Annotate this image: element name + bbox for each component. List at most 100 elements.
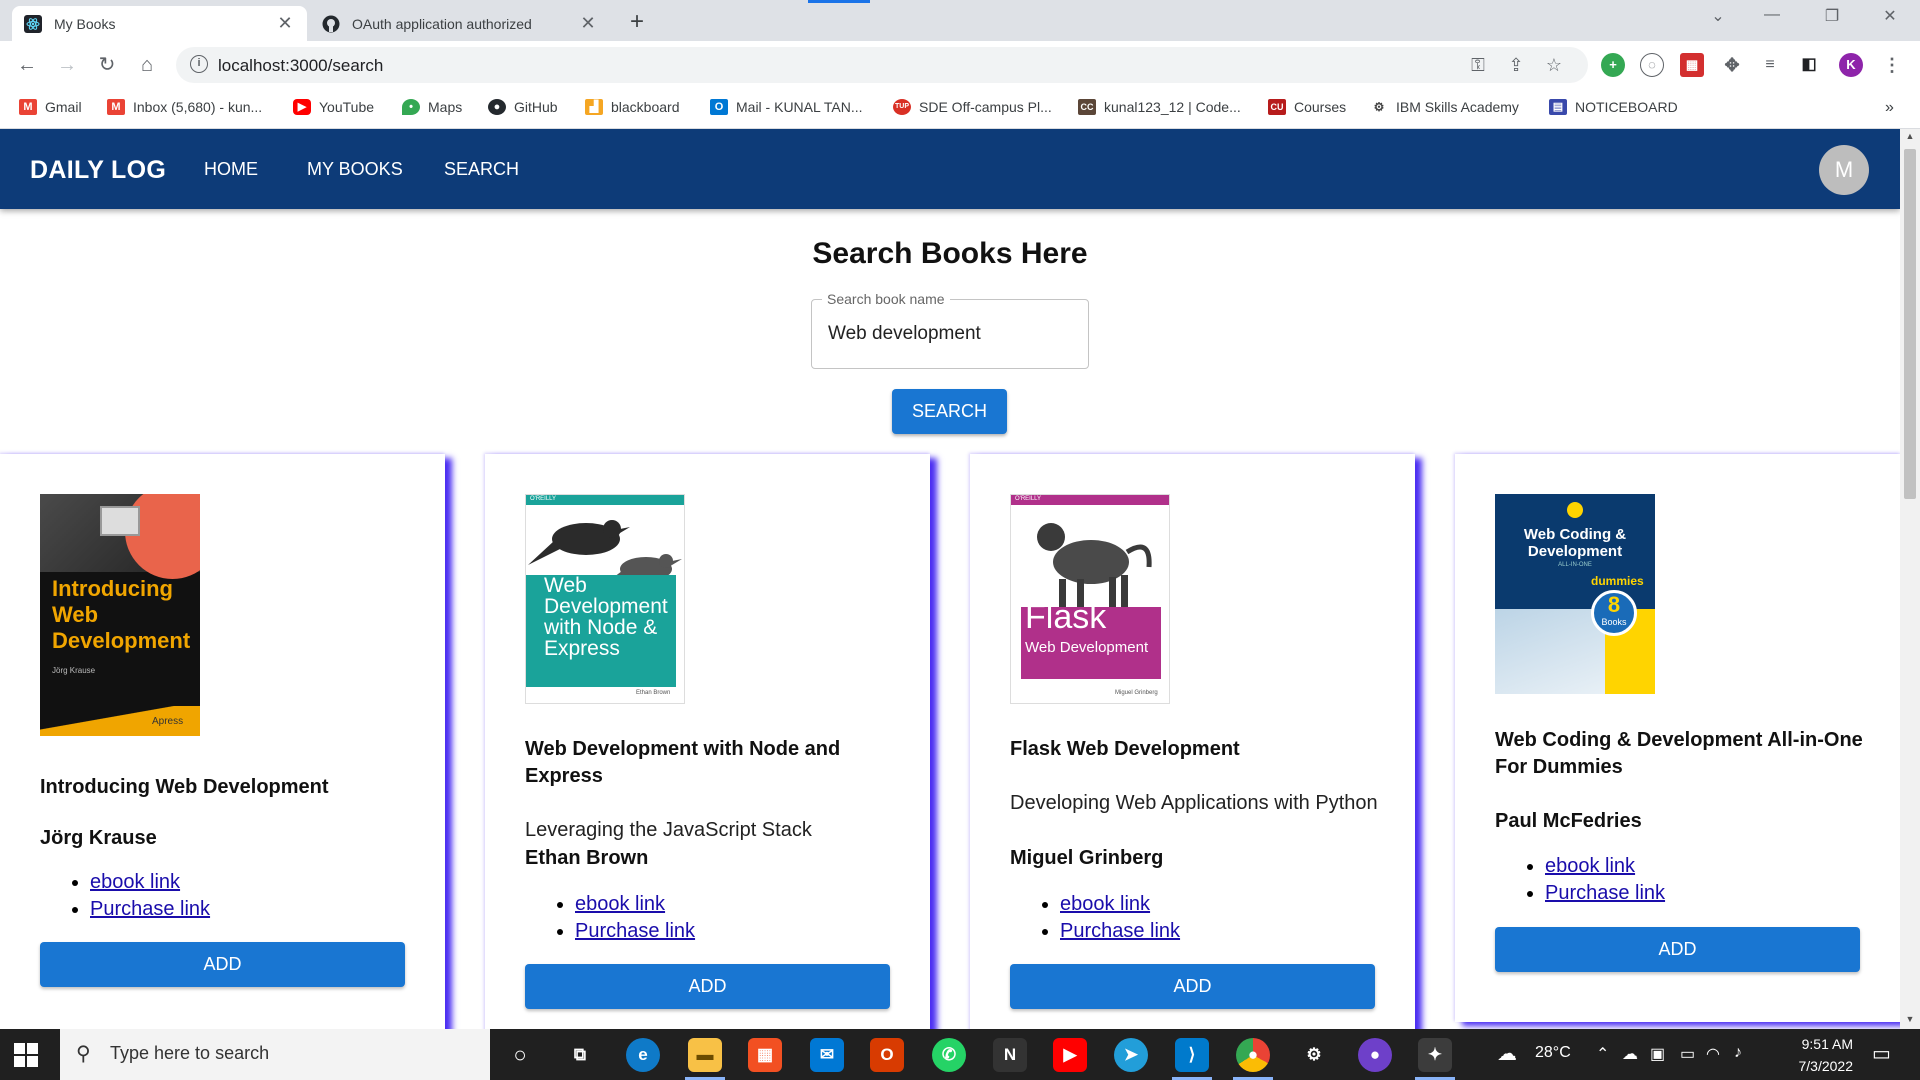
book-cover[interactable]: Web Coding & Development ALL-IN-ONE dummi… xyxy=(1495,494,1655,694)
site-info-icon[interactable]: i xyxy=(190,55,208,73)
vscode-icon[interactable]: ⟩ xyxy=(1175,1038,1209,1072)
ebook-link[interactable]: ebook link xyxy=(575,893,665,915)
reload-icon[interactable]: ↻ xyxy=(93,51,121,79)
edge-icon[interactable]: e xyxy=(626,1038,660,1072)
search-input[interactable]: Web development xyxy=(828,323,981,345)
list-item: Purchase link xyxy=(1060,918,1180,945)
file-explorer-icon[interactable]: ▬ xyxy=(688,1038,722,1072)
key-icon[interactable]: ⚿ xyxy=(1466,55,1490,76)
taskbar-clock[interactable]: 9:51 AM 7/3/2022 xyxy=(1773,1033,1854,1077)
scroll-up-icon[interactable]: ▲ xyxy=(1900,131,1920,141)
notifications-icon[interactable]: ▭ xyxy=(1872,1041,1891,1066)
bookmark-youtube[interactable]: ▶ YouTube xyxy=(293,99,374,115)
github-desktop-icon[interactable]: ● xyxy=(1358,1038,1392,1072)
more-bookmarks-button[interactable]: » xyxy=(1885,99,1894,117)
telegram-icon[interactable]: ➤ xyxy=(1114,1038,1148,1072)
tray-overflow-icon[interactable]: ⌃ xyxy=(1596,1044,1609,1064)
close-tab-icon[interactable]: ✕ xyxy=(275,13,295,34)
tray-app-icon[interactable]: ▣ xyxy=(1650,1044,1665,1064)
bookmark-courses[interactable]: CU Courses xyxy=(1268,99,1346,115)
add-book-button[interactable]: ADD xyxy=(1010,964,1375,1009)
search-book-field[interactable]: Search book name Web development xyxy=(811,291,1089,369)
menu-kebab-icon[interactable]: ⋮ xyxy=(1880,53,1904,77)
onedrive-icon[interactable]: ☁ xyxy=(1622,1044,1638,1064)
nav-home[interactable]: HOME xyxy=(204,159,258,180)
page-scrollbar[interactable]: ▲ ▼ xyxy=(1900,129,1920,1029)
settings-gear-icon[interactable]: ⚙ xyxy=(1297,1038,1331,1072)
address-bar[interactable]: i localhost:3000/search ⚿ ⇪ ☆ xyxy=(176,47,1588,83)
extensions-puzzle-icon[interactable]: ✥ xyxy=(1720,53,1744,77)
book-cover[interactable]: Introducing Web Development Jörg Krause Ap… xyxy=(40,494,200,736)
ebook-link[interactable]: ebook link xyxy=(90,871,180,893)
wifi-icon[interactable]: ◠ xyxy=(1706,1044,1720,1064)
close-tab-icon[interactable]: ✕ xyxy=(578,13,598,34)
add-book-button[interactable]: ADD xyxy=(1495,927,1860,972)
nav-my-books[interactable]: MY BOOKS xyxy=(307,159,403,180)
bookmark-ibm[interactable]: ⚙ IBM Skills Academy xyxy=(1370,99,1519,115)
whatsapp-icon[interactable]: ✆ xyxy=(932,1038,966,1072)
book-cover[interactable]: O'REILLY Flask Web Development Miguel Gri… xyxy=(1010,494,1170,704)
taskbar-search-placeholder: Type here to search xyxy=(110,1043,270,1063)
notion-icon[interactable]: N xyxy=(993,1038,1027,1072)
bookmark-blackboard[interactable]: ▟ blackboard xyxy=(585,99,680,115)
extension-circle-icon[interactable]: ◌ xyxy=(1640,53,1664,77)
bookmark-maps[interactable]: • Maps xyxy=(402,99,462,115)
bookmark-label: Mail - KUNAL TAN... xyxy=(736,99,863,115)
tab-strip: My Books ✕ OAuth application authorized … xyxy=(0,0,1920,41)
share-icon[interactable]: ⇪ xyxy=(1504,55,1528,76)
ebook-link[interactable]: ebook link xyxy=(1545,855,1635,877)
bookmark-inbox[interactable]: M Inbox (5,680) - kun... xyxy=(107,99,262,115)
weather-temp[interactable]: 28°C xyxy=(1535,1044,1571,1062)
extension-plus-icon[interactable]: + xyxy=(1601,53,1625,77)
close-window-button[interactable]: ✕ xyxy=(1870,6,1910,26)
scrollbar-thumb[interactable] xyxy=(1904,149,1916,499)
brand-logo[interactable]: DAILY LOG xyxy=(30,156,166,185)
bookmark-star-icon[interactable]: ☆ xyxy=(1542,55,1566,76)
youtube-icon[interactable]: ▶ xyxy=(1053,1038,1087,1072)
add-book-button[interactable]: ADD xyxy=(40,942,405,987)
extension-red-icon[interactable]: ▦ xyxy=(1680,53,1704,77)
minimize-button[interactable]: — xyxy=(1752,6,1792,24)
chrome-icon[interactable]: ● xyxy=(1236,1038,1270,1072)
user-avatar[interactable]: M xyxy=(1819,145,1869,195)
weather-icon[interactable]: ☁ xyxy=(1497,1041,1517,1066)
microsoft-store-icon[interactable]: ▦ xyxy=(748,1038,782,1072)
back-icon[interactable]: ← xyxy=(13,51,41,79)
nav-search[interactable]: SEARCH xyxy=(444,159,519,180)
bookmark-sde[interactable]: TUP SDE Off-campus Pl... xyxy=(893,99,1052,115)
bookmark-mail[interactable]: O Mail - KUNAL TAN... xyxy=(710,99,863,115)
postman-icon[interactable]: ✦ xyxy=(1418,1038,1452,1072)
taskbar-search[interactable]: ⚲ Type here to search xyxy=(60,1029,490,1080)
office-icon[interactable]: O xyxy=(870,1038,904,1072)
restore-button[interactable]: ❐ xyxy=(1812,6,1852,26)
profile-avatar[interactable]: K xyxy=(1839,53,1863,77)
purchase-link[interactable]: Purchase link xyxy=(1545,882,1665,904)
new-tab-button[interactable]: + xyxy=(623,8,651,36)
side-panel-icon[interactable]: ◧ xyxy=(1797,53,1821,77)
ebook-link[interactable]: ebook link xyxy=(1060,893,1150,915)
book-cover[interactable]: O'REILLY Web Development with Node & Expres… xyxy=(525,494,685,704)
windows-start-icon[interactable] xyxy=(14,1043,38,1067)
battery-icon[interactable]: ▭ xyxy=(1680,1044,1695,1064)
add-book-button[interactable]: ADD xyxy=(525,964,890,1009)
tab-search-button[interactable]: ⌄ xyxy=(1698,6,1738,26)
volume-icon[interactable]: ♪ xyxy=(1734,1044,1742,1062)
search-button[interactable]: SEARCH xyxy=(892,389,1007,434)
reading-list-icon[interactable]: ≡ xyxy=(1758,53,1782,77)
cortana-icon[interactable]: ○ xyxy=(503,1038,537,1072)
bookmark-codechef[interactable]: CC kunal123_12 | Code... xyxy=(1078,99,1241,115)
home-icon[interactable]: ⌂ xyxy=(133,51,161,79)
book-subtitle: Developing Web Applications with Python xyxy=(1010,792,1378,814)
tab-my-books[interactable]: My Books ✕ xyxy=(12,6,307,41)
bookmark-github[interactable]: ● GitHub xyxy=(488,99,558,115)
purchase-link[interactable]: Purchase link xyxy=(1060,920,1180,942)
scroll-down-icon[interactable]: ▼ xyxy=(1900,1014,1920,1024)
tab-oauth[interactable]: OAuth application authorized ✕ xyxy=(310,6,610,41)
purchase-link[interactable]: Purchase link xyxy=(575,920,695,942)
bookmark-noticeboard[interactable]: ▤ NOTICEBOARD xyxy=(1549,99,1678,115)
mail-icon[interactable]: ✉ xyxy=(810,1038,844,1072)
task-view-icon[interactable]: ⧉ xyxy=(563,1038,597,1072)
forward-icon[interactable]: → xyxy=(53,51,81,79)
bookmark-gmail[interactable]: M Gmail xyxy=(19,99,82,115)
purchase-link[interactable]: Purchase link xyxy=(90,898,210,920)
